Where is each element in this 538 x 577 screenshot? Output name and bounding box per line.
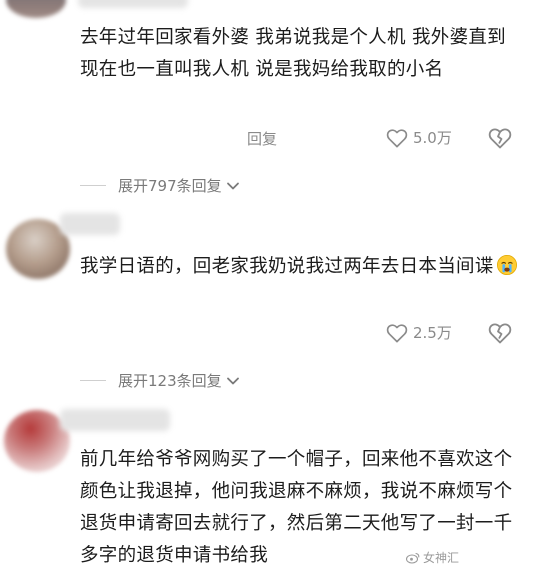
username-blur[interactable] <box>60 409 170 431</box>
chevron-down-icon <box>226 377 239 384</box>
heart-outline-icon <box>386 128 408 147</box>
username-blur[interactable] <box>78 0 188 8</box>
heart-outline-icon <box>386 323 408 342</box>
expand-replies[interactable]: 展开797条回复 <box>80 175 240 196</box>
expand-replies-label: 展开123条回复 <box>118 372 222 390</box>
like-button[interactable]: 5.0万 <box>386 127 452 148</box>
reply-button[interactable]: 回复 <box>247 128 277 149</box>
divider-line <box>80 185 106 186</box>
broken-heart-icon[interactable] <box>488 322 512 344</box>
comment-text: 去年过年回家看外婆 我弟说我是个人机 我外婆直到现在也一直叫我人机 说是我妈给我… <box>80 27 506 80</box>
like-count: 5.0万 <box>413 129 452 147</box>
weibo-logo-icon <box>406 552 420 564</box>
like-count: 2.5万 <box>413 324 452 342</box>
watermark-text: 女神汇 <box>423 551 460 565</box>
expand-replies-label: 展开797条回复 <box>118 177 222 195</box>
crying-face-emoji <box>496 255 517 275</box>
avatar[interactable] <box>6 0 66 18</box>
chevron-down-icon <box>226 182 239 189</box>
username-blur[interactable] <box>60 213 120 235</box>
comment-text: 我学日语的，回老家我奶说我过两年去日本当间谍 <box>80 251 520 283</box>
expand-replies[interactable]: 展开123条回复 <box>80 370 240 391</box>
comment-text-body: 我学日语的，回老家我奶说我过两年去日本当间谍 <box>80 256 494 277</box>
divider-line <box>80 380 106 381</box>
like-button[interactable]: 2.5万 <box>386 322 452 343</box>
broken-heart-icon[interactable] <box>488 127 512 149</box>
watermark: 女神汇 <box>406 549 459 566</box>
